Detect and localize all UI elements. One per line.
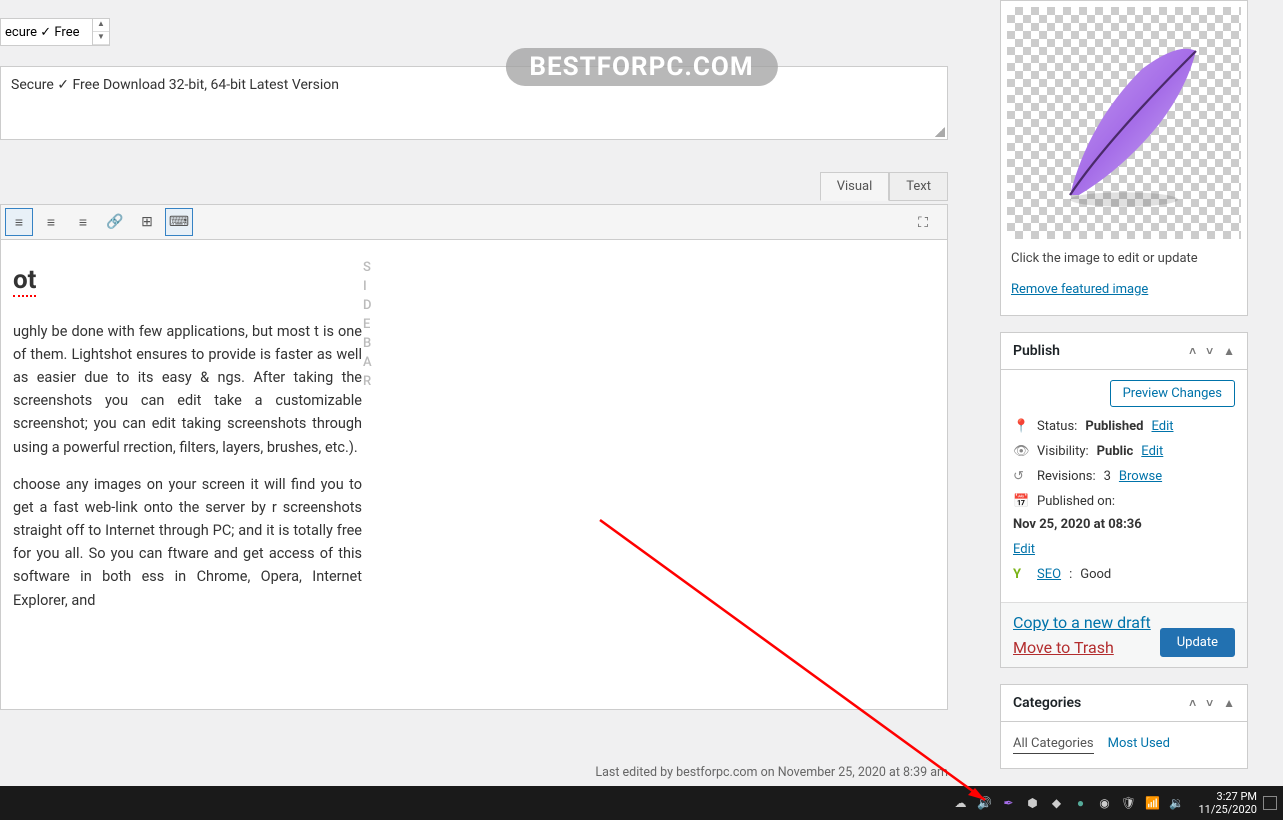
description-text: Secure ✓ Free Download 32-bit, 64-bit La… [11,77,339,93]
edit-visibility-link[interactable]: Edit [1141,444,1163,459]
system-tray: ☁ 🔊 ✒ ⬢ ◆ ● ◉ 🛡 📶 🔉 [952,795,1192,811]
tray-clock[interactable]: 3:27 PM 11/25/2020 [1192,790,1263,816]
publish-header: Publish ˄ ˅ ▲ [1001,333,1247,370]
shield-icon[interactable]: 🛡 [1120,795,1136,811]
remove-featured-link[interactable]: Remove featured image [1007,282,1152,309]
sidebar-letters: S I D E B A R [363,260,372,389]
chrome-icon[interactable]: ◉ [1096,795,1112,811]
chevron-up-icon[interactable]: ˄ [1189,696,1196,710]
preview-changes-button[interactable]: Preview Changes [1110,380,1235,407]
featured-image[interactable] [1007,7,1241,239]
title-scroll[interactable]: ▲▼ [92,19,109,45]
browse-revisions-link[interactable]: Browse [1119,469,1162,484]
watermark: BESTFORPC.COM [505,48,777,86]
keyboard-icon[interactable]: ⌨ [165,208,193,236]
seo-icon: Y [1013,567,1029,582]
editor-content[interactable]: ot ughly be done with few applications, … [0,240,948,710]
windows-taskbar: ☁ 🔊 ✒ ⬢ ◆ ● ◉ 🛡 📶 🔉 3:27 PM 11/25/2020 [0,786,1283,820]
chevron-up-icon[interactable]: ˄ [1189,344,1196,358]
edit-date-link[interactable]: Edit [1013,542,1035,557]
collapse-icon[interactable]: ▲ [1223,696,1235,710]
sound-icon[interactable]: 🔊 [976,795,992,811]
content-para-2: choose any images on your screen it will… [13,473,362,612]
history-icon: ↺ [1013,469,1029,484]
last-edited-text: Last edited by bestforpc.com on November… [595,765,948,780]
description-textarea[interactable]: Secure ✓ Free Download 32-bit, 64-bit La… [0,66,948,140]
fullscreen-icon[interactable]: ⛶ [909,209,937,237]
update-button[interactable]: Update [1160,628,1235,657]
publish-panel: Publish ˄ ˅ ▲ Preview Changes 📍 Status: … [1000,332,1248,668]
collapse-icon[interactable]: ▲ [1223,344,1235,358]
tab-text[interactable]: Text [889,172,948,201]
chevron-down-icon[interactable]: ˅ [1206,344,1213,358]
notifications-icon[interactable] [1263,796,1277,810]
tab-most-used[interactable]: Most Used [1108,736,1170,754]
editor-toolbar: ≡ ≡ ≡ 🔗 ⊞ ⌨ ⛶ [0,204,948,240]
indent-icon[interactable]: ⊞ [133,208,161,236]
move-trash-link[interactable]: Move to Trash [1013,638,1114,657]
content-para-1: ughly be done with few applications, but… [13,320,362,459]
editor-column: ecure ✓ Free ▲▼ Secure ✓ Free Download 3… [0,0,948,820]
align-left-icon[interactable]: ≡ [37,208,65,236]
copy-draft-link[interactable]: Copy to a new draft [1013,613,1151,632]
app-icon-2[interactable]: ● [1072,795,1088,811]
seo-link[interactable]: SEO [1037,567,1061,582]
align-justify-icon[interactable]: ≡ [5,208,33,236]
categories-panel: Categories ˄ ˅ ▲ All Categories Most Use… [1000,684,1248,769]
link-icon[interactable]: 🔗 [101,208,129,236]
featured-image-panel: Click the image to edit or update Remove… [1000,0,1248,316]
title-field[interactable]: ecure ✓ Free ▲▼ [0,18,110,46]
pin-icon: 📍 [1013,419,1029,434]
dropbox-icon[interactable]: ⬢ [1024,795,1040,811]
tab-visual[interactable]: Visual [820,172,890,201]
featured-caption: Click the image to edit or update [1007,239,1241,278]
eye-icon: 👁 [1013,444,1029,459]
categories-header: Categories ˄ ˅ ▲ [1001,685,1247,722]
lightshot-tray-icon[interactable]: ✒ [1000,795,1016,811]
edit-status-link[interactable]: Edit [1151,419,1173,434]
tab-all-categories[interactable]: All Categories [1013,736,1094,754]
wifi-icon[interactable]: 📶 [1144,795,1160,811]
content-heading: ot [13,260,362,302]
editor-tabs: Visual Text [820,172,948,201]
chevron-down-icon[interactable]: ˅ [1206,696,1213,710]
volume-icon[interactable]: 🔉 [1168,795,1184,811]
align-center-icon[interactable]: ≡ [69,208,97,236]
title-field-text: ecure ✓ Free [5,25,79,40]
sidebar-column: Click the image to edit or update Remove… [1000,0,1283,820]
feather-icon [1034,33,1214,213]
content-body: ot ughly be done with few applications, … [13,260,362,689]
app-icon[interactable]: ◆ [1048,795,1064,811]
cloud-icon[interactable]: ☁ [952,795,968,811]
calendar-icon: 📅 [1013,494,1029,509]
